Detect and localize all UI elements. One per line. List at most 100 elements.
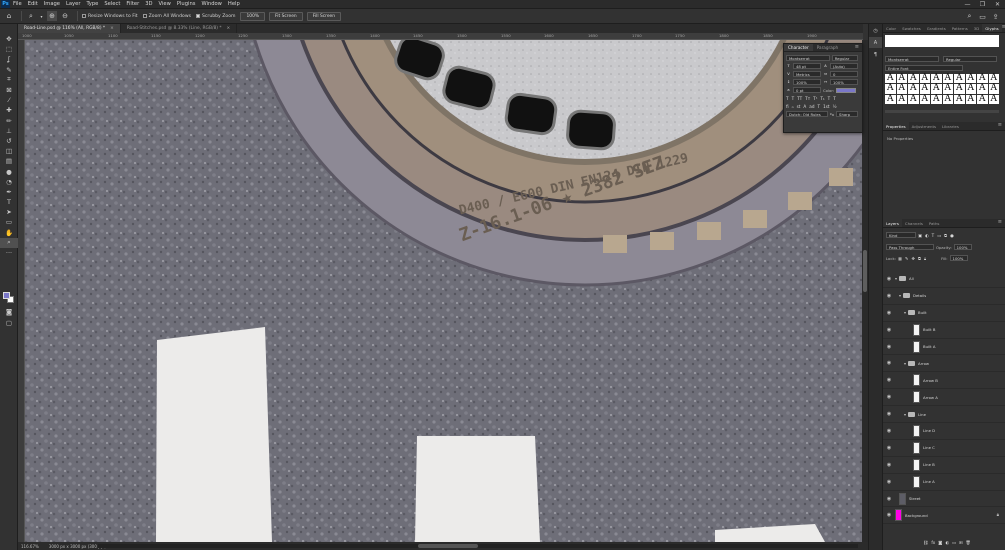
underline-icon[interactable]: T — [828, 96, 831, 101]
eraser-tool-icon[interactable]: ◫ — [0, 146, 18, 156]
history-brush-tool-icon[interactable]: ↺ — [0, 136, 18, 146]
glyph-cell[interactable]: A — [954, 73, 965, 84]
layers-list[interactable]: ◉ ▾ All ◉ ▾ Details ◉ ▾ Built ◉ Built B ◉ Built … — [883, 271, 1005, 525]
tab-paragraph[interactable]: Paragraph — [813, 44, 842, 51]
ordinals-icon[interactable]: 1st — [823, 104, 830, 109]
tab-channels[interactable]: Channels — [902, 219, 926, 227]
brush-tool-icon[interactable]: ✏ — [0, 116, 18, 126]
close-tab-icon[interactable]: × — [110, 26, 114, 31]
close-icon[interactable]: ✕ — [990, 0, 1005, 9]
quick-select-tool-icon[interactable]: ✎ — [0, 65, 18, 75]
glyph-cell[interactable]: A — [977, 94, 988, 104]
lock-transparent-icon[interactable]: ▦ — [898, 256, 902, 261]
lock-position-icon[interactable]: ✥ — [911, 256, 915, 261]
menu-type[interactable]: Type — [86, 1, 98, 7]
glyph-cell[interactable]: A — [942, 73, 953, 84]
chevron-down-icon[interactable]: ▾ — [39, 11, 44, 21]
lock-all-icon[interactable]: 🔒︎ — [924, 256, 926, 261]
filter-type-icon[interactable]: T — [932, 233, 935, 238]
blur-tool-icon[interactable]: ● — [0, 166, 18, 176]
lock-artboard-icon[interactable]: ⧉ — [918, 256, 921, 261]
minimize-icon[interactable]: — — [960, 0, 975, 9]
tab-layers[interactable]: Layers — [883, 219, 902, 227]
tracking-field[interactable]: 0 — [830, 71, 858, 77]
pen-tool-icon[interactable]: ✒ — [0, 187, 18, 197]
glyph-cell[interactable]: A — [885, 94, 896, 104]
quick-mask-icon[interactable]: ◙ — [0, 307, 18, 317]
layer-row-line-a[interactable]: ◉ Line A — [883, 474, 1005, 491]
eye-icon[interactable]: ◉ — [883, 512, 895, 518]
character-panel-icon[interactable]: A — [869, 37, 882, 48]
panel-menu-icon[interactable]: ≡ — [998, 122, 1005, 130]
zoom-tool-icon[interactable]: ⌕ — [0, 237, 18, 248]
titling-alternates-icon[interactable]: T — [818, 104, 821, 109]
eye-icon[interactable]: ◉ — [883, 310, 895, 316]
chevron-down-icon[interactable]: ▾ — [904, 361, 906, 366]
glyph-cell[interactable]: A — [965, 84, 976, 94]
discretionary-ligatures-icon[interactable]: st — [797, 104, 801, 109]
panel-menu-icon[interactable]: ≡ — [855, 44, 862, 51]
tab-road-line[interactable]: Road-Line.psd @ 116% (All, RGB/8) * × — [18, 24, 121, 33]
eyedropper-tool-icon[interactable]: ⁄ — [0, 95, 18, 105]
chevron-down-icon[interactable]: ▾ — [899, 293, 901, 298]
horizontal-scale-field[interactable]: 100% — [830, 79, 858, 85]
eye-icon[interactable]: ◉ — [883, 445, 895, 451]
glyph-cell[interactable]: A — [931, 94, 942, 104]
filter-toggle-icon[interactable]: ● — [950, 233, 954, 238]
zoom-all-windows-checkbox[interactable]: Zoom All Windows — [142, 14, 191, 19]
antialias-select[interactable]: Sharp — [836, 111, 858, 117]
tab-character[interactable]: Character — [784, 44, 813, 51]
strikethrough-icon[interactable]: T — [833, 96, 836, 101]
layer-row-line-c[interactable]: ◉ Line C — [883, 440, 1005, 457]
tab-glyphs[interactable]: Glyphs — [982, 24, 1002, 32]
fit-screen-button[interactable]: Fit Screen — [269, 11, 303, 21]
layer-row-arrow-b[interactable]: ◉ Arrow B — [883, 372, 1005, 390]
eye-icon[interactable]: ◉ — [883, 394, 895, 400]
contextual-alternates-icon[interactable]: ℴ — [792, 104, 794, 109]
menu-edit[interactable]: Edit — [28, 1, 38, 7]
menu-image[interactable]: Image — [44, 1, 60, 7]
screen-mode-icon[interactable]: ▢ — [0, 318, 18, 328]
glyph-cell[interactable]: A — [988, 73, 999, 84]
glyph-cell[interactable]: A — [908, 84, 919, 94]
shape-tool-icon[interactable]: ▭ — [0, 217, 18, 227]
tab-3d[interactable]: 3D — [971, 24, 982, 32]
eye-icon[interactable]: ◉ — [883, 428, 895, 434]
panel-menu-icon[interactable]: ≡ — [998, 219, 1005, 227]
all-caps-icon[interactable]: TT — [797, 96, 802, 101]
lock-image-icon[interactable]: ✎ — [905, 256, 909, 261]
fill-screen-button[interactable]: Fill Screen — [306, 11, 342, 21]
glyph-cell[interactable]: A — [965, 73, 976, 84]
tab-patterns[interactable]: Patterns — [949, 24, 971, 32]
baseline-shift-field[interactable]: 0 pt — [793, 87, 821, 93]
glyph-cell[interactable]: A — [908, 73, 919, 84]
lasso-tool-icon[interactable]: ʆ — [0, 54, 18, 64]
layer-filter-kind-select[interactable]: Kind — [886, 232, 916, 238]
move-tool-icon[interactable]: ✥ — [0, 34, 18, 44]
glyph-cell[interactable]: A — [954, 94, 965, 104]
scroll-thumb[interactable] — [863, 250, 867, 292]
zoom-out-icon[interactable]: ⊖ — [60, 11, 70, 21]
more-tools-icon[interactable]: ··· — [0, 248, 18, 258]
glyph-cell[interactable]: A — [988, 94, 999, 104]
leading-field[interactable]: (Auto) — [830, 63, 858, 69]
glyph-cell[interactable]: A — [885, 73, 896, 84]
glyph-cell[interactable]: A — [931, 84, 942, 94]
layer-row-line-d[interactable]: ◉ Line D — [883, 423, 1005, 440]
eye-icon[interactable]: ◉ — [883, 360, 895, 366]
tab-properties[interactable]: Properties — [883, 122, 909, 130]
layer-row-line-b[interactable]: ◉ Line B — [883, 457, 1005, 474]
resize-windows-checkbox[interactable]: Resize Windows to Fit — [82, 14, 138, 19]
filter-shape-icon[interactable]: ▭ — [937, 233, 941, 238]
stamp-tool-icon[interactable]: ⊥ — [0, 126, 18, 136]
layer-row-built[interactable]: ◉ ▾ Built — [883, 305, 1005, 322]
tab-road-stitches[interactable]: Road-Stitches.psd @ 8.33% (Line, RGB/8) … — [121, 24, 238, 33]
filter-adjustment-icon[interactable]: ◐ — [925, 233, 929, 238]
fx-icon[interactable]: fx — [931, 540, 935, 546]
tab-libraries[interactable]: Libraries — [939, 122, 962, 130]
layer-row-line[interactable]: ◉ ▾ Line — [883, 406, 1005, 424]
glyph-cell[interactable]: A — [931, 73, 942, 84]
marquee-tool-icon[interactable]: ⬚ — [0, 44, 18, 54]
faux-italic-icon[interactable]: T — [792, 96, 795, 101]
glyph-cell[interactable]: A — [977, 73, 988, 84]
